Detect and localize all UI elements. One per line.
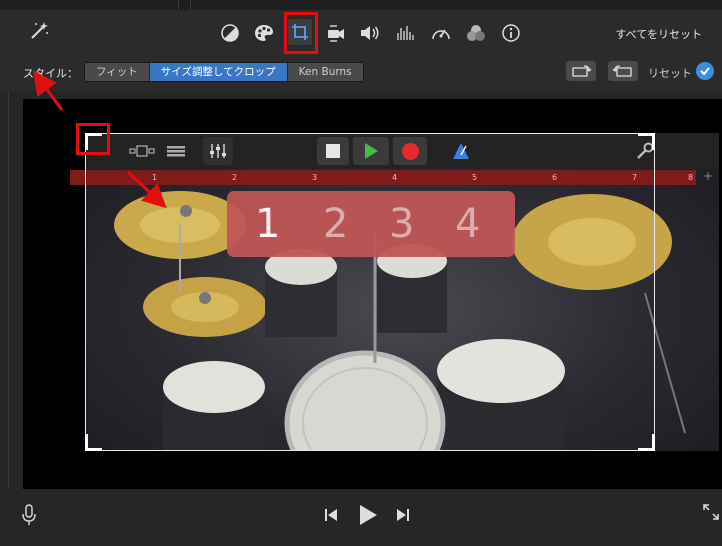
playback-bar bbox=[0, 489, 722, 546]
fullscreen-icon[interactable] bbox=[702, 503, 720, 521]
play-icon[interactable] bbox=[356, 503, 380, 527]
annotation-arrows bbox=[32, 70, 167, 209]
next-icon[interactable] bbox=[394, 507, 412, 523]
previous-icon[interactable] bbox=[322, 507, 340, 523]
voiceover-mic-icon[interactable] bbox=[20, 503, 38, 527]
